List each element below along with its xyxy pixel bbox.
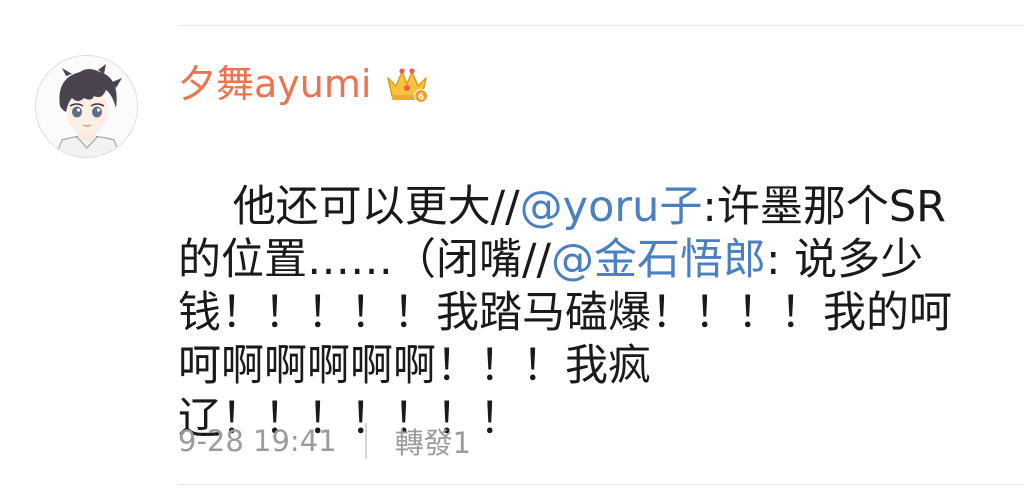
footer-divider	[364, 423, 367, 459]
timestamp: 9-28 19:41	[178, 424, 337, 458]
comment-footer: 9-28 19:41 轉發1	[178, 419, 471, 463]
mention-link[interactable]: @金石悟郎	[551, 235, 766, 285]
mention-link[interactable]: @yoru子	[520, 182, 703, 232]
text-segment: 他还可以更大//	[232, 182, 520, 232]
username-link[interactable]: 夕舞ayumi	[178, 58, 371, 110]
weibo-comment-card: 夕舞ayumi 6 他还可以更大//@yoru子:许墨那个SR的位置……（闭嘴/…	[0, 0, 1024, 491]
repost-button[interactable]: 轉發1	[395, 420, 471, 462]
bottom-divider	[178, 484, 1024, 485]
avatar[interactable]	[35, 55, 138, 158]
vip-level-text: 6	[418, 93, 424, 103]
avatar-image	[36, 56, 137, 157]
top-divider	[178, 25, 1024, 26]
username-row: 夕舞ayumi 6	[178, 58, 429, 110]
crown-vip-icon[interactable]: 6	[385, 64, 429, 104]
